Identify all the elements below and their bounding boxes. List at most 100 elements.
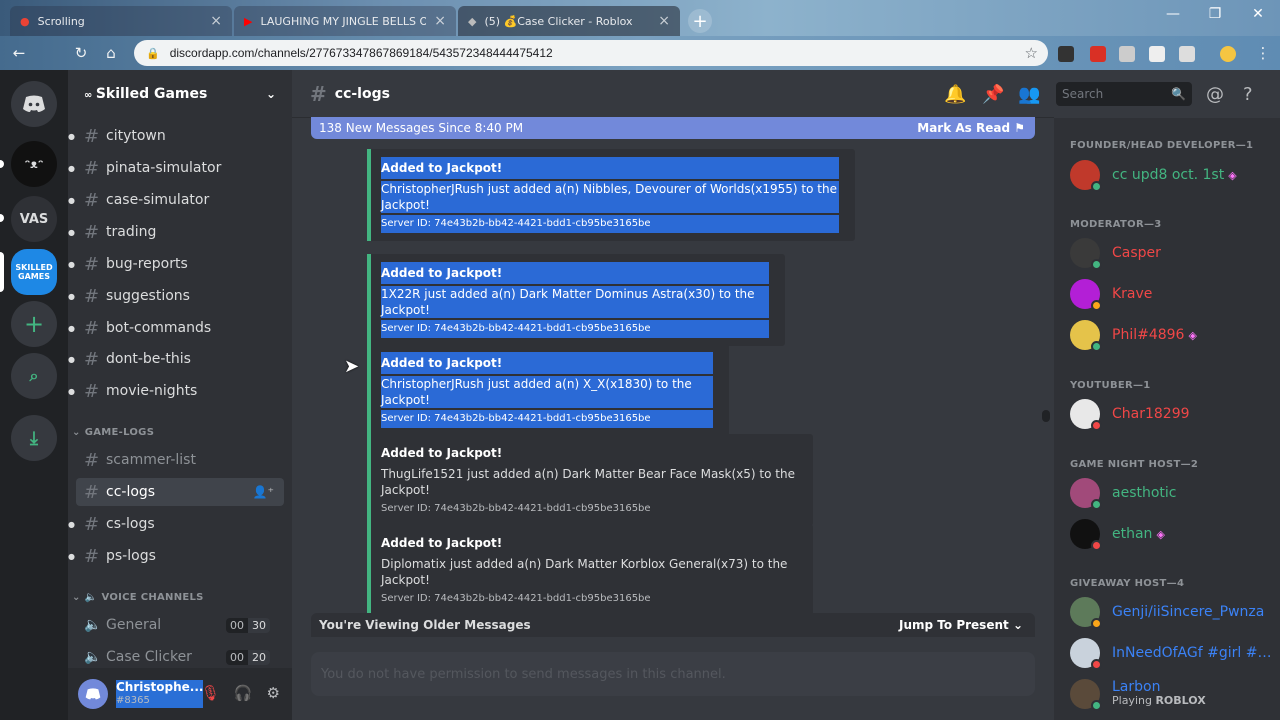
dnd-status-icon [1091,659,1102,670]
discord-logo-icon [85,688,101,700]
channel-cs-logs[interactable]: ● # cs-logs [68,510,284,538]
server-header[interactable]: ∞ Skilled Games ⌄ [68,70,292,118]
back-icon[interactable]: ← [8,44,30,62]
channel-bug-reports[interactable]: ● # bug-reports [68,250,284,278]
extension-icon[interactable] [1119,46,1135,62]
invite-member-icon[interactable]: 👤⁺ [253,485,274,499]
mark-as-read-button[interactable]: Mark As Read ⚑ [917,121,1025,135]
browser-tab[interactable]: ▶ LAUGHING MY JINGLE BELLS OF × [234,6,456,36]
voice-channel-general[interactable]: 🔈 General 00 30 [76,611,284,639]
channel-pinata-simulator[interactable]: ● # pinata-simulator [68,154,284,182]
server-icon[interactable]: ᵔᴥᵔ [11,141,57,187]
bookmark-star-icon[interactable]: ☆ [1025,44,1048,62]
browser-tab[interactable]: ● Scrolling × [10,6,232,36]
minimize-icon[interactable]: — [1158,6,1188,22]
member-item[interactable]: Casper [1070,236,1161,270]
member-item[interactable]: cc upd8 oct. 1st ◈ [1070,158,1237,192]
help-icon[interactable]: ? [1243,84,1253,105]
avatar[interactable] [78,679,108,709]
dnd-status-icon [1091,420,1102,431]
channel-movie-nights[interactable]: ● # movie-nights [68,377,284,405]
member-item[interactable]: Krave [1070,277,1152,311]
channel-case-simulator[interactable]: ● # case-simulator [68,186,284,214]
menu-kebab-icon[interactable]: ⋮ [1252,44,1274,62]
search-bar[interactable]: 🔍 [1056,82,1192,106]
new-messages-bar[interactable]: 138 New Messages Since 8:40 PM Mark As R… [311,117,1035,139]
unread-dot-icon: ● [68,131,75,141]
embed-message: Added to Jackpot! Diplomatix just added … [367,524,813,616]
member-name: aesthotic [1112,485,1177,501]
member-item[interactable]: aesthotic [1070,476,1177,510]
extension-icon[interactable] [1179,46,1195,62]
close-window-icon[interactable]: ✕ [1243,6,1273,22]
channel-citytown[interactable]: ● # citytown [68,122,284,150]
roblox-icon: ◆ [468,14,477,28]
member-item[interactable]: ethan ◈ [1070,517,1165,551]
member-list: FOUNDER/HEAD DEVELOPER—1 cc upd8 oct. 1s… [1054,118,1280,720]
username: Christophe... [116,680,204,694]
scrollbar-thumb[interactable] [1042,410,1050,422]
notification-bell-icon[interactable]: 🔔 [944,84,966,105]
member-item[interactable]: Char18299 [1070,397,1190,431]
embed-description: ChristopherJRush just added a(n) Nibbles… [381,182,837,212]
member-item[interactable]: Phil#4896 ◈ [1070,318,1197,352]
profile-avatar-icon[interactable] [1220,46,1236,62]
search-input[interactable] [1062,87,1162,101]
category-label: VOICE CHANNELS [101,591,204,603]
tab-label: LAUGHING MY JINGLE BELLS OF [260,14,427,28]
member-item[interactable]: Larbon Playing ROBLOX [1070,677,1206,711]
server-label: SKILLED GAMES [15,263,53,281]
channel-suggestions[interactable]: ● # suggestions [68,282,284,310]
voice-channel-case-clicker[interactable]: 🔈 Case Clicker 00 20 [76,643,284,671]
channel-scammer-list[interactable]: # scammer-list [76,446,284,474]
extension-icon[interactable] [1058,46,1074,62]
jump-to-present-button[interactable]: Jump To Present ⌄ [899,618,1023,632]
channel-label: General [106,617,162,633]
maximize-icon[interactable]: ❐ [1200,6,1230,22]
avatar [1070,478,1102,510]
browser-tab-active[interactable]: ◆ (5) 💰Case Clicker - Roblox × [458,6,680,36]
channel-bot-commands[interactable]: ● # bot-commands [68,314,284,342]
server-name-text: Skilled Games [95,86,208,102]
member-item[interactable]: InNeedOfAGf #girl #n... [1070,636,1272,670]
member-name: Genji/iiSincere_Pwnza [1112,604,1265,620]
extension-icon[interactable] [1090,46,1106,62]
channel-ps-logs[interactable]: ● # ps-logs [68,542,284,570]
unread-dot-icon: ● [68,386,75,396]
server-discovery-icon[interactable]: ⌕ [11,353,57,399]
channel-dont-be-this[interactable]: ● # dont-be-this [68,345,284,373]
download-apps-icon[interactable]: ⤓ [11,415,57,461]
close-tab-icon[interactable]: × [210,13,222,29]
headphones-icon[interactable]: 🎧 [234,684,253,702]
member-item[interactable]: Genji/iiSincere_Pwnza [1070,595,1264,629]
reload-icon[interactable]: ↻ [70,44,92,62]
unread-dot-icon: ● [68,163,75,173]
embed-title: Added to Jackpot! [381,266,503,280]
chevron-down-icon: ⌄ [1012,618,1023,632]
hash-icon: # [310,81,327,106]
member-name: InNeedOfAGf #girl #n... [1112,645,1272,661]
channel-title: cc-logs [334,85,390,102]
new-tab-button[interactable]: + [688,9,712,33]
add-server-icon[interactable]: + [11,301,57,347]
url-text: discordapp.com/channels/2776733478678691… [169,46,553,60]
avatar [1070,279,1102,311]
gear-icon[interactable]: ⚙ [267,684,280,702]
close-tab-icon[interactable]: × [658,13,670,29]
server-icon-skilled-games[interactable]: SKILLED GAMES [11,249,57,295]
close-tab-icon[interactable]: × [434,13,446,29]
discord-home-icon[interactable] [11,81,57,127]
category-voice-channels[interactable]: ⌄ 🔈 VOICE CHANNELS [72,587,204,607]
extension-icon[interactable] [1149,46,1165,62]
pin-icon[interactable]: 📌 [982,84,1004,105]
channel-cc-logs[interactable]: # cc-logs 👤⁺ [76,478,284,506]
member-list-icon[interactable]: 👥 [1018,84,1040,105]
server-icon-vas[interactable]: VAS [11,196,57,242]
mute-microphone-icon[interactable]: 🎙 [201,684,220,702]
address-bar[interactable]: 🔒 discordapp.com/channels/27767334786786… [134,40,1048,66]
category-game-logs[interactable]: ⌄ GAME-LOGS [72,422,154,442]
avatar [1070,597,1102,629]
home-icon[interactable]: ⌂ [100,44,122,62]
channel-trading[interactable]: ● # trading [68,218,284,246]
mentions-icon[interactable]: @ [1206,84,1224,105]
